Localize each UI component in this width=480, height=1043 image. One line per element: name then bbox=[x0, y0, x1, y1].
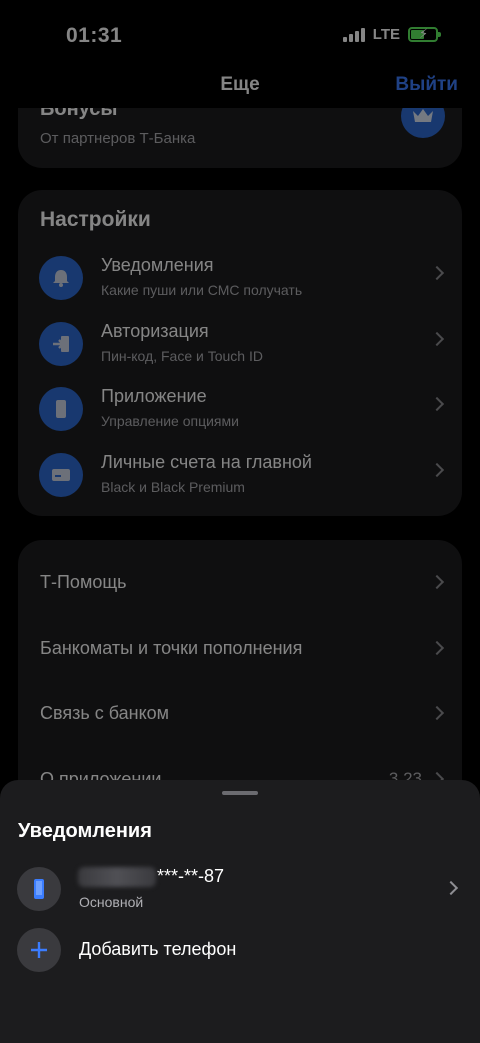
chevron-right-icon bbox=[429, 265, 445, 281]
notifications-sheet: Уведомления ***-**-87 Основной Добавить … bbox=[0, 780, 480, 1043]
settings-title: Настройки bbox=[40, 208, 151, 231]
chevron-right-icon bbox=[443, 880, 459, 896]
chevron-right-icon bbox=[429, 705, 445, 721]
chevron-right-icon bbox=[429, 462, 445, 477]
settings-card: Настройки Уведомления Какие пуши или СМС… bbox=[18, 190, 462, 516]
battery-icon: ⚡ bbox=[408, 26, 441, 42]
settings-item-subtitle: Управление опциями bbox=[101, 413, 239, 429]
status-indicators: LTE ⚡ bbox=[342, 26, 441, 43]
status-bar: 01:31 LTE ⚡ bbox=[0, 0, 480, 70]
status-time: 01:31 bbox=[66, 24, 123, 47]
plus-icon bbox=[17, 928, 61, 972]
chevron-right-icon bbox=[429, 640, 445, 655]
settings-item-title: Уведомления bbox=[101, 255, 214, 275]
add-phone-label: Добавить телефон bbox=[79, 939, 237, 959]
signal-icon bbox=[342, 27, 365, 42]
nav-bar: Еще Выйти bbox=[0, 70, 480, 108]
menu-item-contact-bank[interactable]: Связь с банком bbox=[18, 681, 462, 747]
network-type: LTE bbox=[372, 26, 400, 43]
settings-item-title: Авторизация bbox=[101, 320, 209, 341]
settings-item-subtitle: Black и Black Premium bbox=[101, 478, 245, 495]
menu-item-atms[interactable]: Банкоматы и точки пополнения bbox=[18, 616, 462, 682]
settings-item-title: Приложение bbox=[101, 386, 207, 406]
settings-item-application[interactable]: Приложение Управление опциями bbox=[18, 377, 462, 443]
sheet-grabber[interactable] bbox=[222, 791, 258, 795]
settings-item-accounts[interactable]: Личные счета на главной Black и Black Pr… bbox=[18, 443, 462, 509]
phone-row[interactable]: ***-**-87 Основной bbox=[0, 862, 480, 920]
menu-item-label: Связь с банком bbox=[40, 703, 170, 723]
logout-button[interactable]: Выйти bbox=[395, 74, 458, 96]
bell-icon bbox=[39, 256, 83, 300]
menu-list: Т-Помощь Банкоматы и точки пополнения Св… bbox=[18, 550, 462, 812]
crown-icon bbox=[401, 108, 445, 138]
phone-number: ***-**-87 bbox=[157, 866, 225, 886]
add-phone-button[interactable]: Добавить телефон bbox=[0, 926, 480, 976]
settings-item-subtitle: Какие пуши или СМС получать bbox=[101, 282, 303, 298]
phone-number-masked bbox=[78, 867, 156, 887]
chevron-right-icon bbox=[429, 331, 445, 346]
screen: 01:31 LTE ⚡ Еще Выйти Бонусы От партнеро… bbox=[0, 0, 480, 1043]
chevron-right-icon bbox=[429, 574, 445, 590]
sheet-title: Уведомления bbox=[18, 820, 152, 842]
settings-list: Уведомления Какие пуши или СМС получать … bbox=[18, 246, 462, 508]
phone-icon bbox=[17, 867, 61, 911]
settings-item-subtitle: Пин-код, Face и Touch ID bbox=[101, 347, 263, 364]
bonus-subtitle: От партнеров Т-Банка bbox=[40, 130, 196, 147]
menu-item-label: Банкоматы и точки пополнения bbox=[40, 637, 303, 658]
chevron-right-icon bbox=[429, 396, 445, 412]
phone-icon bbox=[39, 387, 83, 431]
settings-item-title: Личные счета на главной bbox=[101, 451, 312, 472]
phone-label: Основной bbox=[79, 894, 144, 910]
bonus-title: Бонусы bbox=[40, 108, 118, 120]
menu-item-label: Т-Помощь bbox=[40, 572, 127, 592]
settings-item-notifications[interactable]: Уведомления Какие пуши или СМС получать bbox=[18, 246, 462, 312]
login-icon bbox=[39, 321, 83, 366]
menu-item-help[interactable]: Т-Помощь bbox=[18, 550, 462, 616]
settings-item-authorization[interactable]: Авторизация Пин-код, Face и Touch ID bbox=[18, 312, 462, 378]
bonus-card[interactable]: Бонусы От партнеров Т-Банка bbox=[18, 108, 462, 168]
card-icon bbox=[39, 452, 83, 497]
